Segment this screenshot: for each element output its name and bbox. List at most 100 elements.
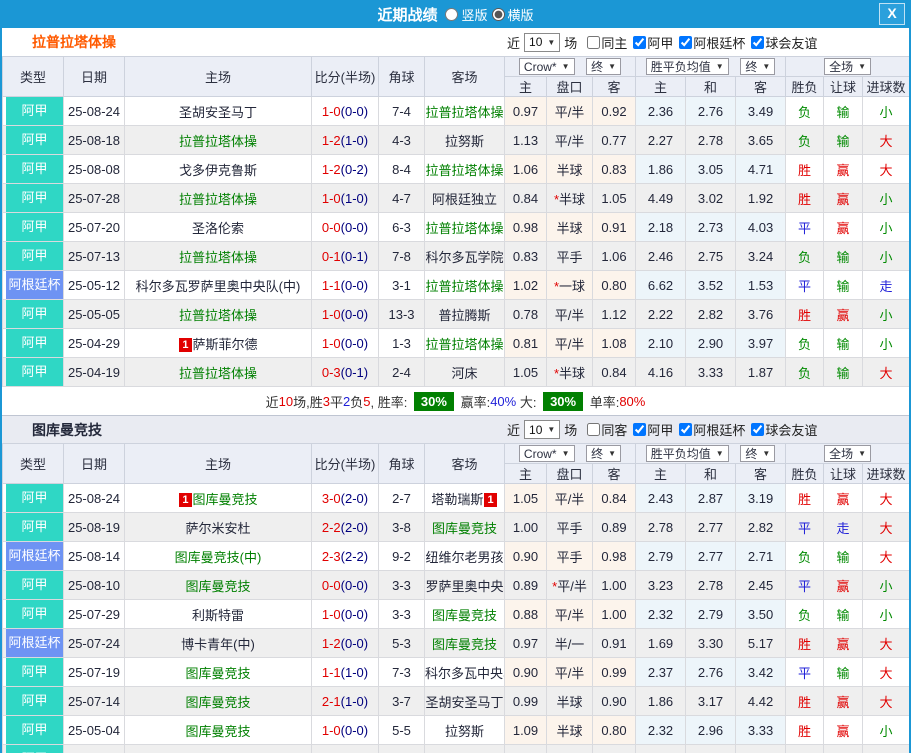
result-goals: 走 [862, 270, 909, 300]
avg-odds-select[interactable]: 胜平负均值 ▼ [645, 58, 729, 75]
recent-count-select[interactable]: 10 ▼ [524, 32, 561, 52]
odds-away: 0.80 [591, 270, 637, 300]
league-afa-checkbox-input[interactable] [633, 35, 647, 49]
avg-away-odds: 3.97 [735, 328, 787, 358]
chevron-down-icon: ▼ [608, 448, 617, 458]
league-afa-checkbox[interactable]: 阿甲 [627, 420, 673, 439]
result-handicap: 赢 [823, 570, 864, 600]
table-row: 阿甲 25-08-18 拉普拉塔体操 1-2(1-0) 4-3 拉努斯 1.13… [2, 125, 909, 155]
argentina-cup-checkbox-input[interactable] [679, 35, 693, 49]
odds-handicap: 平/半 [546, 657, 593, 687]
odds-home: 0.88 [504, 599, 547, 629]
col-header-away: 客场 [424, 443, 505, 484]
corner-score: 7-4 [378, 96, 425, 126]
avg-home-odds: 2.46 [635, 241, 687, 271]
match-date: 25-05-05 [63, 299, 125, 329]
league-badge: 阿甲 [2, 657, 64, 687]
avg-draw-odds: 2.96 [685, 715, 737, 745]
chevron-down-icon: ▼ [547, 425, 556, 434]
summary-text: 80% [619, 393, 646, 409]
col-header-corner: 角球 [378, 56, 425, 97]
close-button[interactable]: X [879, 3, 905, 25]
avg-away-odds: 3.19 [735, 483, 787, 513]
final-odds-select[interactable]: 终 ▼ [586, 444, 622, 462]
final-avg-select[interactable]: 终 ▼ [740, 445, 776, 462]
recent-count-select[interactable]: 10 ▼ [524, 420, 561, 439]
vertical-radio-input[interactable] [445, 7, 459, 21]
league-badge: 阿甲 [2, 96, 64, 126]
match-score: 1-1(0-0) [311, 270, 379, 300]
avg-home-odds: 2.10 [635, 328, 687, 358]
avg-home-odds: 2.36 [635, 96, 687, 126]
odds-home: 0.81 [504, 328, 547, 358]
result-handicap: 走 [823, 512, 864, 542]
sub-col-odds-away: 客 [591, 76, 637, 97]
club-friendly-checkbox[interactable]: 球会友谊 [745, 33, 817, 52]
home-team: 图库曼竞技 [124, 744, 312, 753]
away-team: 阿根廷独立 [424, 744, 505, 753]
avg-odds-select[interactable]: 胜平负均值 ▼ [645, 445, 729, 462]
summary-text: , 胜率: [370, 394, 411, 410]
fulltime-select[interactable]: 全场 ▼ [824, 445, 872, 462]
corner-score: 4-3 [378, 125, 425, 155]
fulltime-select[interactable]: 全场 ▼ [824, 58, 872, 75]
league-afa-checkbox[interactable]: 阿甲 [627, 33, 673, 52]
layout-radio-vertical[interactable]: 竖版 [445, 5, 488, 24]
horizontal-radio-input[interactable] [491, 7, 505, 21]
league-badge: 阿根廷杯 [2, 270, 64, 300]
same-venue-checkbox[interactable]: 同主 [581, 33, 627, 52]
final-odds-select[interactable]: 终 ▼ [586, 57, 622, 75]
table-row: 阿根廷杯 25-08-14 图库曼竞技(中) 2-3(2-2) 9-2 纽维尔老… [2, 541, 909, 571]
same-venue-checkbox-input[interactable] [587, 423, 601, 436]
same-venue-checkbox[interactable]: 同客 [581, 420, 627, 439]
odds-home: 0.98 [504, 212, 547, 242]
avg-away-odds: 2.45 [735, 570, 787, 600]
odds-handicap: 平/半 [546, 483, 593, 513]
argentina-cup-checkbox[interactable]: 阿根廷杯 [673, 420, 745, 439]
table-row: 阿甲 25-07-13 拉普拉塔体操 0-1(0-1) 7-8 科尔多瓦学院 0… [2, 241, 909, 271]
result-outcome: 胜 [785, 154, 825, 184]
result-handicap: 输 [823, 96, 864, 126]
summary-text: 大: [516, 394, 541, 410]
club-friendly-checkbox[interactable]: 球会友谊 [745, 420, 817, 439]
away-team: 塔勒瑞斯 1 [424, 483, 505, 513]
avg-draw-odds: 2.90 [685, 328, 737, 358]
result-goals: 小 [862, 599, 909, 629]
odds-handicap: 半/一 [546, 628, 593, 658]
same-venue-checkbox-input[interactable] [587, 35, 601, 49]
avg-away-odds: 1.92 [735, 183, 787, 213]
argentina-cup-checkbox[interactable]: 阿根廷杯 [673, 33, 745, 52]
odds-away: 1.06 [591, 241, 637, 271]
result-outcome: 负 [785, 357, 825, 387]
result-outcome: 负 [785, 328, 825, 358]
odds-source-select[interactable]: Crow* ▼ [518, 58, 575, 76]
league-afa-checkbox-input[interactable] [633, 423, 647, 436]
avg-away-odds: 3.42 [735, 657, 787, 687]
result-handicap: 赢 [823, 212, 864, 242]
result-outcome: 平 [785, 570, 825, 600]
match-date: 25-07-14 [63, 686, 125, 716]
chevron-down-icon: ▼ [858, 62, 867, 71]
avg-home-odds: 2.22 [635, 299, 687, 329]
odds-away: 0.80 [591, 715, 637, 745]
odds-away: 1.12 [591, 299, 637, 329]
layout-radio-horizontal[interactable]: 横版 [491, 5, 534, 24]
match-date: 25-08-24 [63, 96, 125, 126]
match-date: 25-07-19 [63, 657, 125, 687]
result-handicap: 输 [823, 328, 864, 358]
table-row: 阿甲 25-07-14 图库曼竞技 2-1(1-0) 3-7 圣胡安圣马丁 0.… [2, 686, 909, 716]
odds-handicap: *一球 [546, 270, 593, 300]
corner-score: 4-7 [378, 183, 425, 213]
result-outcome: 平 [785, 512, 825, 542]
odds-source-select[interactable]: Crow* ▼ [518, 445, 575, 463]
match-score: 0-1(0-1) [311, 241, 379, 271]
odds-away: 0.84 [591, 483, 637, 513]
club-friendly-checkbox-input[interactable] [751, 423, 765, 436]
final-avg-select[interactable]: 终 ▼ [740, 58, 776, 75]
sub-col-avg-home: 主 [635, 76, 687, 97]
argentina-cup-checkbox-input[interactable] [679, 423, 693, 436]
match-date: 25-05-04 [63, 715, 125, 745]
club-friendly-checkbox-input[interactable] [751, 35, 765, 49]
result-goals: 小 [862, 183, 909, 213]
chevron-down-icon: ▼ [561, 62, 570, 72]
